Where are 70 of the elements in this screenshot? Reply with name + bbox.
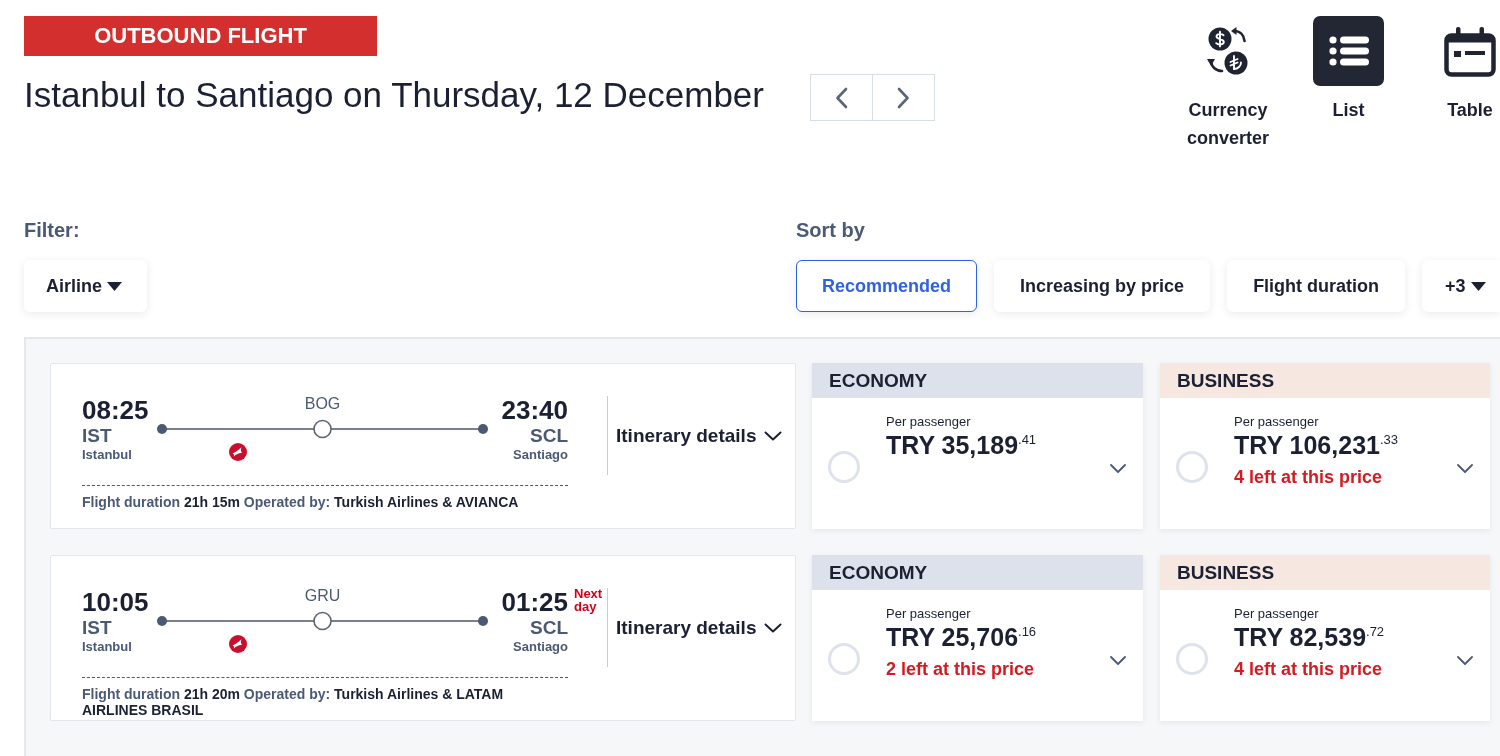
caret-icon [1470, 281, 1486, 291]
seats-left-warning: 2 left at this price [886, 658, 1035, 681]
cabin-class-header: BUSINESS [1160, 363, 1490, 398]
stopover-airport-code: GRU [304, 587, 341, 605]
route-dot-icon [157, 616, 167, 626]
stopover-airport-code: BOG [304, 395, 341, 413]
cabin-class-header: ECONOMY [812, 555, 1143, 590]
route-dot-icon [478, 616, 488, 626]
next-day-note: Next day [574, 587, 603, 613]
chevron-down-icon[interactable] [1457, 464, 1473, 473]
filter-dropdown[interactable]: Airline [24, 260, 147, 312]
seats-left-warning: 4 left at this price [1234, 658, 1383, 681]
arrival-city: Santiago [513, 639, 568, 655]
list-view-button[interactable]: List [1313, 16, 1384, 124]
cabin-class-header: ECONOMY [812, 363, 1143, 398]
fare-price: TRY 35,189$^{.41}$ [886, 430, 1037, 460]
flight-summary-text: Flight duration 21h 15m Operated by: Turkish Airlines & AVIANCA [82, 494, 520, 510]
fare-radio-button[interactable] [1176, 451, 1208, 483]
sort-option-button[interactable]: Increasing by price [994, 260, 1211, 312]
arrival-airport-code: SCL [530, 617, 568, 639]
page-title: Istanbul to Santiago on Thursday, 12 December [24, 74, 764, 116]
chevron-down-icon [764, 431, 783, 441]
cabin-class-header: BUSINESS [1160, 555, 1490, 590]
caret-icon [107, 281, 122, 291]
departure-time: 08:25 [82, 395, 149, 425]
sort-label: Sort by [796, 218, 865, 242]
chevron-down-icon [764, 623, 783, 633]
previous-day-button[interactable] [810, 74, 873, 121]
currency-converter-button[interactable]: Currency converter [1176, 16, 1280, 152]
departure-airport-code: IST [82, 425, 112, 447]
fare-price: TRY 82,539$^{.72}$ [1234, 622, 1385, 652]
outbound-flight-badge: OUTBOUND FLIGHT [24, 16, 377, 56]
filter-label: Filter: [24, 218, 80, 242]
chevron-down-icon[interactable] [1110, 464, 1126, 473]
per-passenger-label: Per passenger [1234, 414, 1319, 430]
arrival-time: 23:40 [501, 395, 568, 425]
fare-radio-button[interactable] [828, 451, 860, 483]
fare-price: TRY 106,231$^{.33}$ [1234, 430, 1398, 460]
chevron-right-icon [896, 86, 910, 109]
itinerary-details-link[interactable]: Itinerary details [616, 424, 783, 448]
chevron-down-icon[interactable] [1457, 656, 1473, 665]
route-dot-icon [157, 424, 167, 434]
airline-logo-icon [229, 635, 247, 653]
table-view-button[interactable]: Table [1444, 16, 1496, 124]
departure-city: Istanbul [82, 447, 132, 463]
arrival-time: 01:25 [501, 587, 568, 617]
route-dot-icon [478, 424, 488, 434]
per-passenger-label: Per passenger [1234, 606, 1319, 622]
departure-airport-code: IST [82, 617, 112, 639]
arrival-city: Santiago [513, 447, 568, 463]
fare-price: TRY 25,706$^{.16}$ [886, 622, 1037, 652]
chevron-left-icon [835, 86, 848, 109]
itinerary-details-link[interactable]: Itinerary details [616, 616, 783, 640]
flight-summary-text: Flight duration 21h 20m Operated by: Turkish Airlines & LATAM AIRLINES BRASIL [82, 686, 505, 718]
next-day-button[interactable] [871, 74, 935, 121]
stopover-circle-icon [313, 419, 332, 439]
arrival-airport-code: SCL [530, 425, 568, 447]
per-passenger-label: Per passenger [886, 606, 971, 622]
fare-radio-button[interactable] [828, 643, 860, 675]
sort-option-button[interactable]: Flight duration [1227, 260, 1406, 312]
more-sort-options-dropdown[interactable]: +3 [1422, 260, 1500, 312]
airline-logo-icon [229, 443, 247, 461]
departure-city: Istanbul [82, 639, 132, 655]
fare-radio-button[interactable] [1176, 643, 1208, 675]
chevron-down-icon[interactable] [1110, 656, 1126, 665]
sort-option-button[interactable]: Recommended [796, 260, 978, 312]
per-passenger-label: Per passenger [886, 414, 971, 430]
seats-left-warning: 4 left at this price [1234, 466, 1383, 489]
departure-time: 10:05 [82, 587, 149, 617]
stopover-circle-icon [313, 611, 332, 631]
